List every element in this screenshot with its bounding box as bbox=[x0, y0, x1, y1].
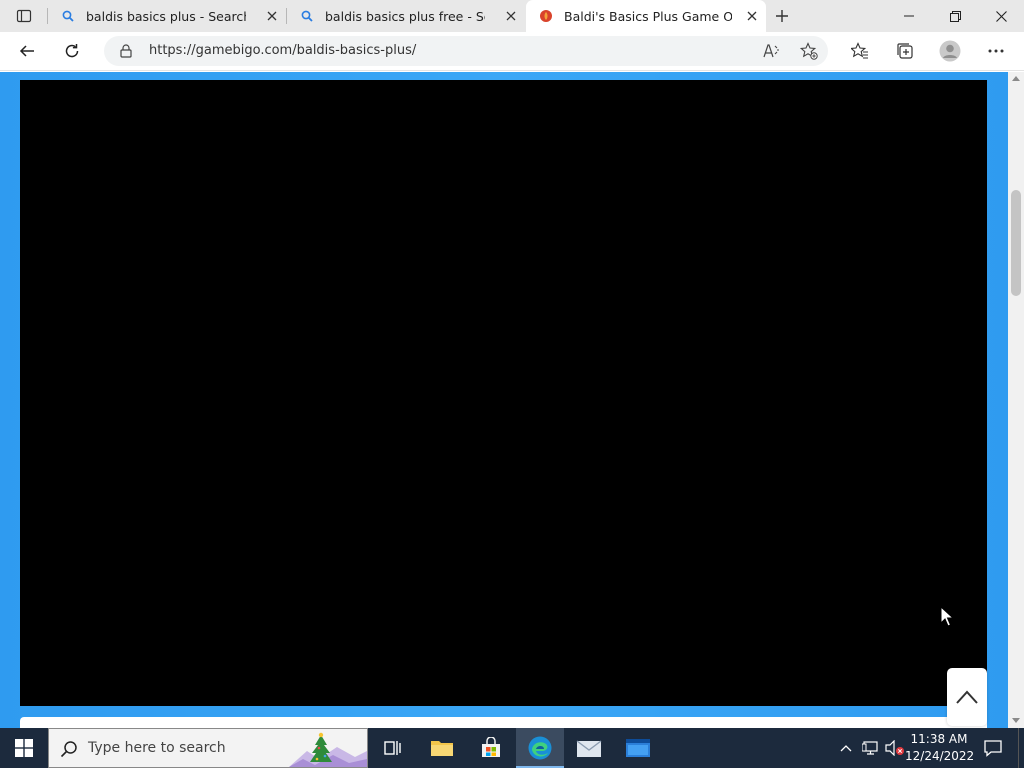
read-aloud-icon[interactable] bbox=[761, 41, 783, 61]
notification-icon bbox=[984, 740, 1002, 757]
windows-icon bbox=[15, 739, 33, 757]
tab-actions-icon[interactable] bbox=[8, 6, 40, 26]
show-desktop-button[interactable] bbox=[1018, 728, 1024, 768]
app-window-button[interactable] bbox=[614, 728, 662, 768]
microsoft-store-button[interactable] bbox=[467, 728, 515, 768]
tab-title: Baldi's Basics Plus Game Online - bbox=[564, 8, 732, 24]
network-button[interactable] bbox=[860, 728, 882, 768]
folder-icon bbox=[431, 741, 453, 756]
site-favicon-icon bbox=[538, 8, 554, 24]
task-view-icon bbox=[384, 741, 401, 755]
back-button[interactable] bbox=[12, 37, 42, 65]
scroll-up-arrow[interactable] bbox=[1012, 76, 1020, 81]
clock-time: 11:38 AM bbox=[910, 732, 968, 746]
chevron-up-icon bbox=[840, 745, 852, 752]
game-canvas[interactable] bbox=[20, 80, 987, 706]
vertical-scrollbar[interactable] bbox=[1008, 72, 1024, 728]
minimize-button[interactable] bbox=[886, 0, 932, 32]
tab-1[interactable]: baldis basics plus - Search bbox=[48, 0, 286, 32]
restore-button[interactable] bbox=[932, 0, 978, 32]
system-clock[interactable]: 11:38 AM 12/24/2022 bbox=[905, 731, 975, 765]
scroll-down-arrow[interactable] bbox=[1012, 718, 1020, 723]
edge-icon bbox=[528, 736, 552, 760]
refresh-button[interactable] bbox=[57, 37, 87, 65]
profile-avatar[interactable] bbox=[935, 37, 965, 65]
window-app-icon bbox=[626, 739, 650, 757]
start-button[interactable] bbox=[0, 728, 48, 768]
close-window-button[interactable] bbox=[978, 0, 1024, 32]
content-card bbox=[20, 717, 987, 728]
search-icon bbox=[299, 8, 315, 24]
taskbar-search-box[interactable]: Type here to search bbox=[48, 728, 368, 768]
scroll-to-top-button[interactable] bbox=[947, 668, 987, 726]
chevron-up-icon bbox=[956, 690, 978, 704]
close-icon[interactable] bbox=[744, 8, 760, 24]
mail-icon bbox=[576, 740, 602, 757]
browser-toolbar: https://gamebigo.com/baldis-basics-plus/ bbox=[0, 32, 1024, 71]
url-text[interactable]: https://gamebigo.com/baldis-basics-plus/ bbox=[149, 43, 416, 58]
lock-icon[interactable] bbox=[118, 43, 134, 59]
new-tab-button[interactable] bbox=[770, 4, 794, 28]
taskbar: Type here to search 11:38 AM 12/24/2022 bbox=[0, 728, 1024, 768]
task-view-button[interactable] bbox=[368, 728, 416, 768]
settings-more-button[interactable] bbox=[981, 37, 1011, 65]
tab-3-active[interactable]: Baldi's Basics Plus Game Online - bbox=[526, 0, 766, 32]
search-icon bbox=[59, 739, 79, 759]
show-hidden-icons-button[interactable] bbox=[836, 728, 856, 768]
search-icon bbox=[60, 8, 76, 24]
address-bar[interactable]: https://gamebigo.com/baldis-basics-plus/ bbox=[104, 36, 828, 66]
search-placeholder: Type here to search bbox=[88, 740, 226, 756]
mail-button[interactable] bbox=[565, 728, 613, 768]
speaker-muted-icon bbox=[885, 740, 904, 756]
close-icon[interactable] bbox=[503, 8, 519, 24]
page-content bbox=[0, 72, 1008, 728]
collections-button[interactable] bbox=[890, 37, 920, 65]
scrollbar-thumb[interactable] bbox=[1011, 190, 1021, 296]
mouse-cursor-icon bbox=[940, 606, 954, 627]
action-center-button[interactable] bbox=[978, 728, 1008, 768]
store-icon bbox=[482, 737, 500, 757]
add-favorite-icon[interactable] bbox=[798, 41, 820, 61]
tab-title: baldis basics plus free - Search bbox=[325, 8, 485, 24]
tab-strip: baldis basics plus - Search baldis basic… bbox=[0, 0, 1024, 32]
close-icon[interactable] bbox=[264, 8, 280, 24]
edge-button[interactable] bbox=[516, 728, 564, 768]
clock-date: 12/24/2022 bbox=[905, 749, 975, 763]
tab-title: baldis basics plus - Search bbox=[86, 8, 246, 24]
file-explorer-button[interactable] bbox=[418, 728, 466, 768]
favorites-button[interactable] bbox=[845, 37, 875, 65]
tab-2[interactable]: baldis basics plus free - Search bbox=[287, 0, 525, 32]
holiday-tree-illustration bbox=[289, 732, 367, 767]
volume-muted-button[interactable] bbox=[884, 728, 906, 768]
network-icon bbox=[862, 741, 878, 755]
